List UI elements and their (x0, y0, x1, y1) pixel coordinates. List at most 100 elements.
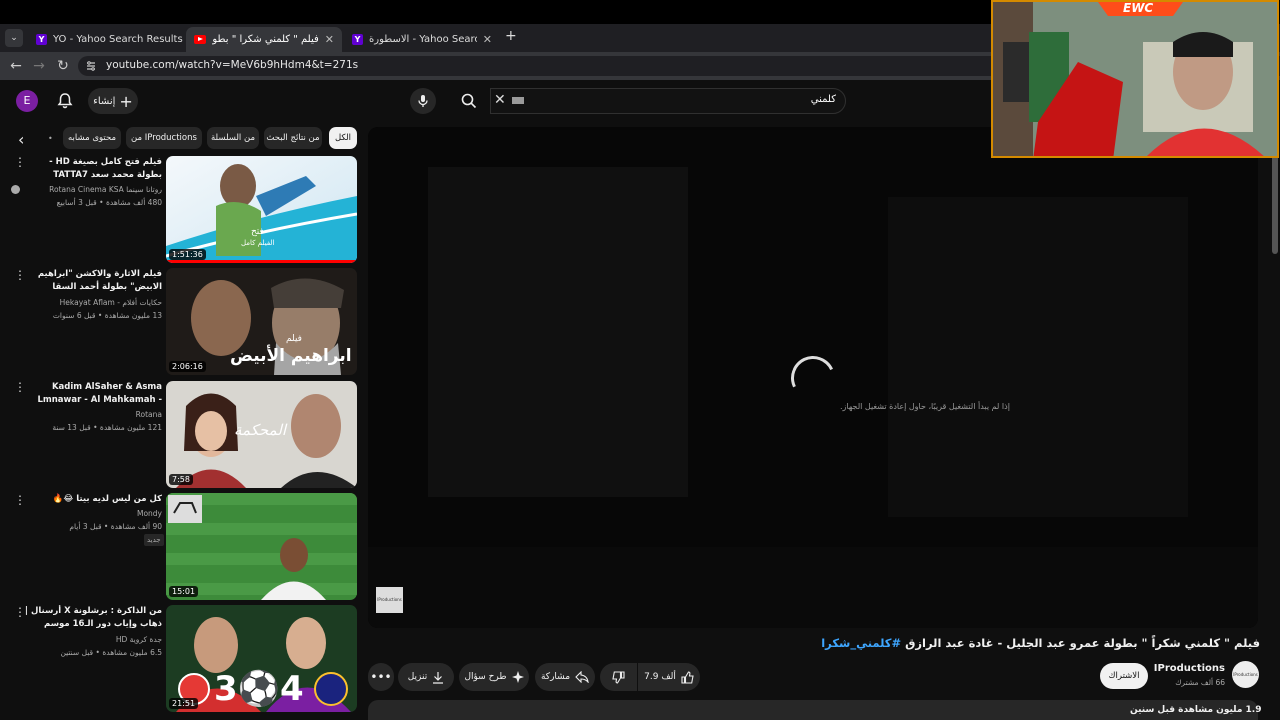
url-text[interactable]: youtube.com/watch?v=MeV6b9hHdm4&t=271s (106, 59, 358, 71)
subscribe-button[interactable]: الاشتراك (1100, 663, 1148, 689)
back-icon[interactable]: ← (6, 56, 26, 76)
related-meta: 13 مليون مشاهدة • قبل 6 سنوات (52, 311, 162, 320)
download-icon (433, 671, 444, 684)
player-message: إذا لم يبدأ التشغيل قريبًا، حاول إعادة ت… (840, 402, 1010, 411)
video-duration: 21:51 (169, 698, 199, 709)
related-title[interactable]: فيلم فتح كامل بصيغة HD - بطولة محمد سعد … (24, 156, 162, 182)
plus-icon: + (119, 91, 133, 111)
clear-search-icon[interactable]: ✕ (494, 92, 506, 108)
thumbs-down-icon (612, 670, 625, 684)
related-title[interactable]: من الذاكرة : برشلونة X أرسنال | ذهاب وإي… (24, 605, 162, 631)
dislike-button[interactable] (600, 663, 637, 691)
related-channel[interactable]: روتانا سينما Rotana Cinema KSA (24, 184, 162, 196)
share-icon (575, 671, 589, 683)
tab-youtube[interactable]: فيلم " كلمني شكراً " بطولة عمرو ✕ (186, 27, 342, 52)
ask-button[interactable]: طرح سؤال (459, 663, 529, 691)
search-button[interactable] (450, 88, 488, 114)
related-title[interactable]: فيلم الاثارة والاكشن "ابراهيم الابيض" بط… (24, 268, 162, 294)
related-meta: 90 ألف مشاهدة • قبل 3 أيام (69, 522, 162, 531)
download-button[interactable]: تنزيل (398, 663, 454, 691)
account-avatar[interactable]: E (16, 90, 38, 112)
chips-prev-icon[interactable]: ‹ (18, 130, 24, 149)
share-button[interactable]: مشاركة (535, 663, 595, 691)
related-thumbnail[interactable]: المحكمة 7:58 (166, 381, 357, 488)
chip-from-series[interactable]: من السلسلة (207, 127, 259, 149)
chip-all[interactable]: الكل (329, 127, 357, 149)
yahoo-icon: Y (352, 34, 363, 45)
tab-yahoo-1[interactable]: Y YO - Yahoo Search Results ✕ (28, 27, 184, 52)
watch-progress-bar (166, 260, 357, 263)
thumb-overlay-text: المحكمة (234, 421, 287, 439)
description-box[interactable] (368, 700, 1258, 720)
thumbnail-image (166, 493, 357, 600)
forward-icon[interactable]: → (29, 56, 49, 76)
video-duration: 1:51:36 (169, 249, 206, 260)
channel-watermark[interactable]: IProductions (376, 587, 403, 613)
video-hashtag[interactable]: #كلمني_شكرا (821, 636, 901, 650)
sparkle-icon (511, 671, 524, 683)
related-channel[interactable]: Rotana (24, 409, 162, 421)
tab-title: YO - Yahoo Search Results (53, 34, 183, 45)
related-channel[interactable]: Mondy (24, 508, 162, 520)
create-button[interactable]: إنشاء + (88, 88, 138, 114)
notifications-icon[interactable] (56, 92, 74, 110)
youtube-icon (194, 35, 206, 44)
close-tab-icon[interactable]: ✕ (483, 33, 492, 46)
related-channel[interactable]: جدة كروية HD (24, 634, 162, 646)
webcam-overlay: EWC (991, 0, 1279, 158)
more-options-icon[interactable]: ⋮ (14, 606, 26, 618)
more-options-icon[interactable]: ⋮ (14, 494, 26, 506)
more-options-icon[interactable]: ⋮ (14, 381, 26, 393)
voice-search-button[interactable] (410, 88, 436, 114)
close-tab-icon[interactable]: ✕ (325, 33, 334, 46)
site-info-icon[interactable] (85, 60, 97, 72)
video-duration: 2:06:16 (169, 361, 206, 372)
chip-from-channel[interactable]: من IProductions (126, 127, 202, 149)
related-title[interactable]: كل من ليس لديه بيتا 😂🔥 FC26| (24, 493, 162, 506)
verified-icon (11, 185, 20, 194)
new-tab-button[interactable]: + (505, 28, 517, 44)
chips-divider: • (48, 134, 53, 143)
subscriber-count: 66 ألف مشترك (1175, 678, 1225, 687)
chip-related[interactable]: محتوى مشابه (63, 127, 121, 149)
tab-title: فيلم " كلمني شكراً " بطولة عمرو (212, 34, 319, 45)
channel-avatar[interactable]: IProductions (1232, 661, 1259, 688)
related-thumbnail[interactable]: فيلم ابراهيم الأبيض 2:06:16 (166, 268, 357, 375)
tab-search-dropdown[interactable]: ⌄ (5, 29, 23, 47)
more-actions-button[interactable]: ••• (368, 663, 394, 691)
description-views: 1.9 مليون مشاهدة قبل سنين (1130, 705, 1262, 715)
page-scrollbar[interactable] (1272, 154, 1278, 254)
microphone-icon (418, 95, 428, 107)
tab-yahoo-2[interactable]: Y الاسطورة - Yahoo Search Results ✕ (344, 27, 500, 52)
like-count: 7.9 ألف (644, 672, 676, 682)
reload-icon[interactable]: ↻ (53, 56, 73, 76)
thumb-overlay-text: ابراهيم الأبيض (230, 346, 352, 366)
more-options-icon[interactable]: ⋮ (14, 269, 26, 281)
svg-text:الفيلم كامل: الفيلم كامل (241, 239, 275, 247)
download-label: تنزيل (407, 672, 428, 682)
related-meta: 121 مليون مشاهدة • قبل 13 سنة (52, 423, 162, 432)
related-meta: 480 ألف مشاهدة • قبل 3 أسابيع (56, 198, 162, 207)
new-badge: جديد (144, 534, 164, 546)
related-thumbnail[interactable]: 15:01 (166, 493, 357, 600)
related-channel[interactable]: حكايات أفلام - Hekayat Aflam (24, 297, 162, 309)
thumbnail-image: فتح الفيلم كامل (166, 156, 357, 263)
webcam-banner: EWC (1123, 1, 1154, 15)
match-score: 3⚽4 (214, 669, 304, 709)
chip-from-search[interactable]: من نتائج البحث (264, 127, 322, 149)
search-icon (461, 93, 477, 109)
like-button[interactable]: 7.9 ألف (638, 663, 700, 691)
search-query: كلمني (810, 94, 836, 105)
related-meta: 6.5 مليون مشاهدة • قبل سنتين (60, 648, 162, 657)
keyboard-icon[interactable] (512, 97, 524, 104)
related-thumbnail[interactable]: فتح الفيلم كامل 1:51:36 (166, 156, 357, 263)
related-title[interactable]: Kadim AlSaher & Asma Lmnawar - Al Mahkam… (24, 381, 162, 407)
video-title-text: فيلم " كلمني شكراً " بطولة عمرو عبد الجل… (901, 636, 1260, 650)
related-thumbnail[interactable]: 3⚽4 21:51 (166, 605, 357, 712)
channel-name[interactable]: IProductions (1150, 663, 1225, 674)
yahoo-icon: Y (36, 34, 47, 45)
more-horizontal-icon: ••• (370, 670, 392, 684)
video-duration: 15:01 (169, 586, 199, 597)
more-options-icon[interactable]: ⋮ (14, 156, 26, 168)
thumb-overlay-text: فتح (251, 227, 264, 237)
